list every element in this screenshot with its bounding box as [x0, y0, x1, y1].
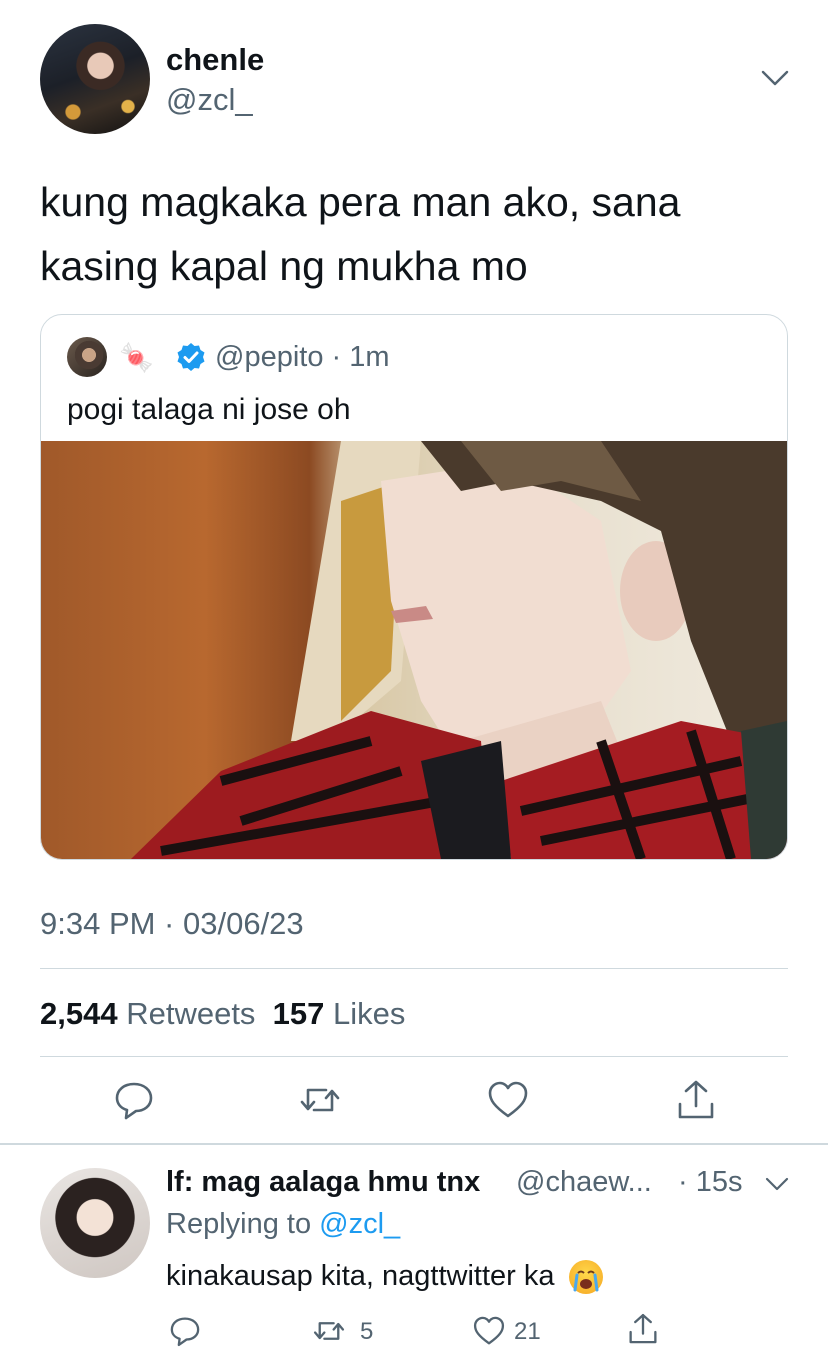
- retweet-icon[interactable]: [312, 1314, 346, 1348]
- reply-text: kinakausap kita, nagttwitter ka: [166, 1260, 555, 1292]
- reply-retweet-count: 5: [360, 1318, 374, 1345]
- retweet-icon[interactable]: [298, 1078, 342, 1122]
- tweet-timestamp[interactable]: 9:34 PM · 03/06/23: [40, 906, 304, 942]
- like-icon[interactable]: [472, 1314, 506, 1348]
- chevron-down-icon[interactable]: [760, 66, 790, 90]
- likes-label[interactable]: Likes: [333, 996, 405, 1031]
- author-handle[interactable]: @zcl_: [166, 82, 253, 118]
- quoted-author-avatar: [67, 337, 107, 377]
- loudly-crying-face-emoji: [568, 1260, 603, 1295]
- like-icon[interactable]: [486, 1078, 530, 1122]
- engagement-stats: 2,544 Retweets 157 Likes: [40, 996, 405, 1032]
- replying-to: Replying to @zcl_: [166, 1208, 400, 1241]
- likes-count[interactable]: 157: [273, 996, 325, 1031]
- replying-to-handle[interactable]: @zcl_: [319, 1208, 400, 1240]
- share-icon[interactable]: [626, 1312, 660, 1346]
- quoted-handle-time: @pepito · 1m: [215, 341, 390, 373]
- reply-author-avatar[interactable]: [40, 1168, 150, 1278]
- quoted-author-name-emoji: 🍬: [119, 342, 154, 373]
- quoted-tweet-text: pogi talaga ni jose oh: [67, 393, 351, 426]
- chevron-down-icon[interactable]: [764, 1174, 790, 1194]
- verified-badge-icon: [175, 341, 207, 373]
- reply-time: · 15s: [678, 1166, 743, 1198]
- replying-to-label: Replying to: [166, 1208, 312, 1240]
- reply-author-handle[interactable]: @chaew...: [516, 1166, 652, 1199]
- tweet-text: kung magkaka pera man ako, sana kasing k…: [40, 179, 681, 289]
- retweets-count[interactable]: 2,544: [40, 996, 118, 1031]
- quoted-tweet-card[interactable]: 🍬 @pepito · 1m pogi talaga ni jose oh: [40, 314, 788, 860]
- reply-author-display-name[interactable]: lf: mag aalaga hmu tnx: [166, 1166, 480, 1199]
- divider: [40, 968, 788, 969]
- reply-like-count: 21: [514, 1318, 541, 1345]
- divider: [0, 1143, 828, 1145]
- reply-icon[interactable]: [112, 1078, 156, 1122]
- quoted-tweet-photo[interactable]: [41, 441, 787, 859]
- author-display-name[interactable]: chenle: [166, 42, 264, 78]
- divider: [40, 1056, 788, 1057]
- author-avatar[interactable]: [40, 24, 150, 134]
- share-icon[interactable]: [674, 1078, 718, 1122]
- reply-text-row: kinakausap kita, nagttwitter ka: [166, 1260, 603, 1295]
- retweets-label[interactable]: Retweets: [126, 996, 255, 1031]
- reply-icon[interactable]: [168, 1314, 202, 1348]
